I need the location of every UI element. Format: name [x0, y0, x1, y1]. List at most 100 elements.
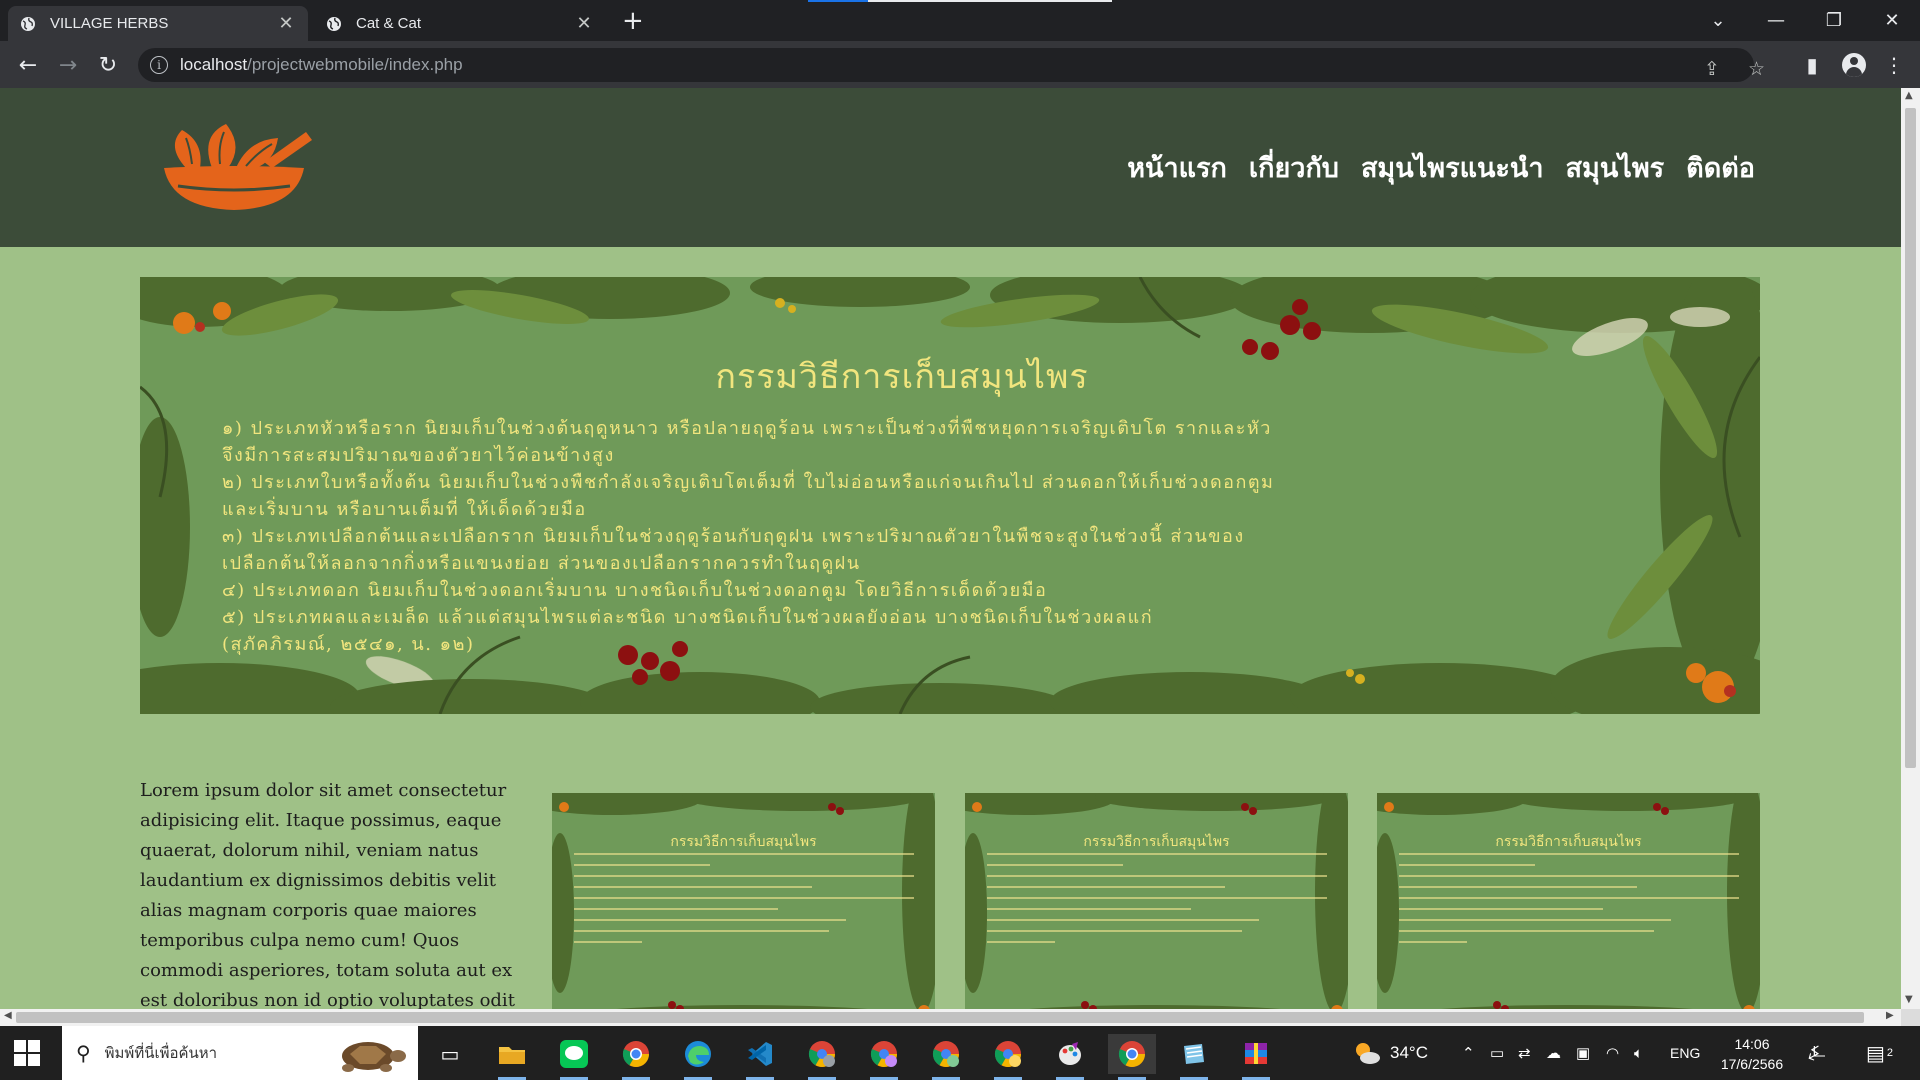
minimize-button[interactable]: — [1748, 0, 1804, 41]
clock-time: 14:06 [1734, 1036, 1770, 1052]
search-icon: ⚲ [76, 1041, 91, 1065]
thumbnail-card[interactable]: กรรมวิธีการเก็บสมุนไพร [552, 793, 935, 1009]
intro-paragraph: Lorem ipsum dolor sit amet consectetur a… [140, 780, 515, 1009]
vertical-scrollbar[interactable]: ▲ ▼ [1901, 88, 1920, 1009]
reload-button[interactable]: ↻ [92, 49, 124, 81]
nav-contact[interactable]: ติดต่อ [1686, 146, 1755, 189]
scroll-left-arrow-icon[interactable]: ◀ [4, 1010, 12, 1021]
site-header: หน้าแรก เกี่ยวกับ สมุนไพรแนะนำ สมุนไพร ต… [0, 88, 1901, 247]
site-info-icon[interactable]: i [150, 56, 168, 74]
onedrive-cloud-icon[interactable]: ☁ [1546, 1026, 1561, 1080]
chrome-profile-icon[interactable] [860, 1034, 908, 1080]
vscode-icon[interactable] [736, 1034, 784, 1080]
menu-kebab-icon[interactable]: ⋮ [1878, 49, 1910, 81]
url-text: localhost/projectwebmobile/index.php [180, 55, 463, 74]
thumbnail-title: กรรมวิธีการเก็บสมุนไพร [670, 834, 817, 850]
wifi-icon[interactable]: ◠ [1606, 1026, 1619, 1080]
task-view-icon[interactable]: ▭ [426, 1034, 474, 1074]
restore-button[interactable]: ❐ [1806, 0, 1862, 41]
notification-count: 2 [1886, 1047, 1894, 1059]
scrollbar-corner [1901, 1009, 1920, 1026]
logo-icon[interactable] [156, 124, 312, 214]
network-adapter-icon[interactable]: ⇄ [1518, 1026, 1531, 1080]
side-panel-icon[interactable]: ▮ [1796, 49, 1828, 81]
close-window-button[interactable]: ✕ [1864, 0, 1920, 41]
banner-line: เปลือกต้นให้ลอกจากกิ่งหรือแขนงย่อย ส่วนข… [222, 553, 861, 574]
winrar-icon[interactable] [1232, 1034, 1280, 1080]
clock[interactable]: 14:06 17/6/2566 [1712, 1034, 1792, 1074]
taskbar: ⚲ พิมพ์ที่นี่เพื่อค้นหา ▭ 34°C ⌃ ▭ ⇄ ☁ ▣… [0, 1026, 1920, 1080]
tab-village-herbs[interactable]: VILLAGE HERBS ✕ [8, 6, 308, 41]
close-tab-icon[interactable]: ✕ [574, 13, 594, 34]
thumbnail-title: กรรมวิธีการเก็บสมุนไพร [1495, 834, 1642, 850]
sun-cloud-icon [1356, 1043, 1380, 1064]
chrome-profile-icon[interactable] [922, 1034, 970, 1080]
banner-line: จึงมีการสะสมปริมาณของตัวยาไว้ค่อนข้างสูง [222, 445, 615, 466]
file-explorer-icon[interactable] [488, 1034, 536, 1080]
loading-indicator [808, 0, 868, 2]
chrome-icon[interactable] [1108, 1034, 1156, 1080]
notepad-icon[interactable] [1170, 1034, 1218, 1080]
address-bar[interactable]: i localhost/projectwebmobile/index.php ⇪… [138, 48, 1765, 82]
back-button[interactable]: ← [12, 49, 44, 81]
thumbnail-card[interactable]: กรรมวิธีการเก็บสมุนไพร [965, 793, 1348, 1009]
turtle-search-highlight-icon[interactable] [328, 1034, 408, 1074]
globe-icon [21, 16, 35, 31]
banner-line: ๒) ประเภทใบหรือทั้งต้น นิยมเก็บในช่วงพืช… [222, 472, 1275, 493]
show-hidden-icons-chevron-icon[interactable]: ⌃ [1462, 1026, 1475, 1080]
banner-line: ๔) ประเภทดอก นิยมเก็บในช่วงดอกเริ่มบาน บ… [222, 580, 1048, 601]
scroll-down-arrow-icon[interactable]: ▼ [1905, 994, 1913, 1005]
weather-temperature: 34°C [1390, 1043, 1428, 1062]
new-tab-button[interactable]: + [622, 8, 644, 34]
nav-home[interactable]: หน้าแรก [1127, 146, 1227, 189]
banner-line: ๓) ประเภทเปลือกต้นและเปลือกราก นิยมเก็บใ… [222, 526, 1245, 547]
scroll-right-arrow-icon[interactable]: ▶ [1886, 1010, 1894, 1021]
search-placeholder: พิมพ์ที่นี่เพื่อค้นหา [104, 1044, 218, 1062]
chrome-profile-icon[interactable] [798, 1034, 846, 1080]
meet-now-icon[interactable]: ⍼ [1808, 1026, 1825, 1080]
tab-search-chevron-icon[interactable]: ⌄ [1690, 0, 1746, 41]
nav-herbs[interactable]: สมุนไพร [1566, 146, 1665, 189]
forward-button[interactable]: → [52, 49, 84, 81]
line-icon[interactable] [550, 1034, 598, 1080]
windows-start-icon[interactable] [14, 1040, 40, 1066]
horizontal-scrollbar[interactable]: ◀ ▶ [0, 1009, 1901, 1026]
page-viewport: หน้าแรก เกี่ยวกับ สมุนไพรแนะนำ สมุนไพร ต… [0, 88, 1901, 1009]
loading-indicator-track [868, 0, 1112, 2]
globe-icon [327, 16, 341, 31]
close-tab-icon[interactable]: ✕ [276, 13, 296, 34]
bookmark-star-icon[interactable]: ☆ [1748, 58, 1765, 80]
main-nav: หน้าแรก เกี่ยวกับ สมุนไพรแนะนำ สมุนไพร ต… [1127, 146, 1755, 189]
banner-line: (สุภัคภิรมณ์, ๒๕๔๑, น. ๑๒) [222, 634, 475, 655]
display-icon[interactable]: ▣ [1576, 1026, 1590, 1080]
banner-line: ๑) ประเภทหัวหรือราก นิยมเก็บในช่วงต้นฤดู… [222, 418, 1272, 439]
thumbnail-text-lines [987, 853, 1327, 952]
banner-title: กรรมวิธีการเก็บสมุนไพร [715, 357, 1089, 397]
nav-recommended-herbs[interactable]: สมุนไพรแนะนำ [1361, 146, 1544, 189]
input-language[interactable]: ENG [1670, 1026, 1700, 1080]
banner-line: และเริ่มบาน หรือบานเต็มที่ ให้เด็ดด้วยมื… [222, 499, 587, 520]
paint-icon[interactable] [1046, 1034, 1094, 1080]
chrome-icon[interactable] [612, 1034, 660, 1080]
weather-widget[interactable]: 34°C [1352, 1026, 1428, 1080]
share-icon[interactable]: ⇪ [1704, 58, 1720, 80]
chrome-profile-icon[interactable] [984, 1034, 1032, 1080]
browser-toolbar: ← → ↻ i localhost/projectwebmobile/index… [0, 41, 1920, 88]
scrollbar-thumb[interactable] [16, 1012, 1864, 1023]
profile-button[interactable] [1838, 49, 1870, 81]
tab-cat-and-cat[interactable]: Cat & Cat ✕ [314, 6, 606, 41]
tab-title: Cat & Cat [356, 15, 422, 32]
battery-icon[interactable]: ▭ [1490, 1026, 1504, 1080]
scrollbar-thumb[interactable] [1905, 108, 1916, 768]
avatar [1842, 53, 1866, 77]
edge-icon[interactable] [674, 1034, 722, 1080]
tab-title: VILLAGE HERBS [50, 15, 169, 32]
volume-icon[interactable]: 🔈︎ [1634, 1026, 1643, 1080]
thumbnail-card[interactable]: กรรมวิธีการเก็บสมุนไพร [1377, 793, 1760, 1009]
browser-tab-strip: VILLAGE HERBS ✕ Cat & Cat ✕ + ⌄ — ❐ ✕ [0, 0, 1920, 41]
banner-line: ๕) ประเภทผลและเมล็ด แล้วแต่สมุนไพรแต่ละช… [222, 607, 1154, 628]
thumbnail-title: กรรมวิธีการเก็บสมุนไพร [1083, 834, 1230, 850]
notification-center-icon[interactable]: ▤ 2 [1866, 1026, 1893, 1080]
nav-about[interactable]: เกี่ยวกับ [1249, 146, 1339, 189]
scroll-up-arrow-icon[interactable]: ▲ [1905, 90, 1913, 101]
